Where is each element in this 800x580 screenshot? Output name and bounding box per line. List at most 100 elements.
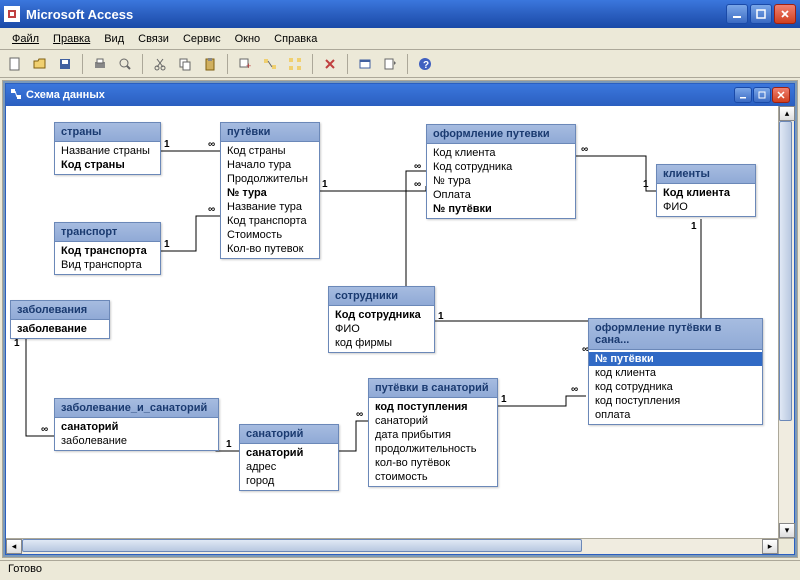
field[interactable]: Стоимость xyxy=(221,228,319,242)
table-tour-booking[interactable]: оформление путевки Код клиента Код сотру… xyxy=(426,124,576,219)
field-pk[interactable]: № тура xyxy=(221,186,319,200)
menu-relations[interactable]: Связи xyxy=(132,31,175,47)
rel-one: 1 xyxy=(226,439,232,450)
field[interactable]: адрес xyxy=(240,460,338,474)
field[interactable]: код фирмы xyxy=(329,336,434,350)
field[interactable]: Код транспорта xyxy=(221,214,319,228)
field-pk[interactable]: Код клиента xyxy=(657,186,755,200)
field[interactable]: ФИО xyxy=(329,322,434,336)
window-db-icon[interactable] xyxy=(354,53,376,75)
scroll-right-button[interactable]: ▸ xyxy=(762,539,778,554)
save-icon[interactable] xyxy=(54,53,76,75)
schema-minimize-button[interactable] xyxy=(734,87,752,103)
field[interactable]: код клиента xyxy=(589,366,762,380)
field-pk[interactable]: код поступления xyxy=(369,400,497,414)
field[interactable]: Код страны xyxy=(221,144,319,158)
minimize-button[interactable] xyxy=(726,4,748,24)
preview-icon[interactable] xyxy=(114,53,136,75)
table-title[interactable]: заболевания xyxy=(11,301,109,320)
new-icon[interactable] xyxy=(4,53,26,75)
delete-icon[interactable] xyxy=(319,53,341,75)
scroll-thumb-h[interactable] xyxy=(22,539,582,552)
field[interactable]: Название тура xyxy=(221,200,319,214)
open-icon[interactable] xyxy=(29,53,51,75)
field-pk[interactable]: Код страны xyxy=(55,158,160,172)
field-pk[interactable]: санаторий xyxy=(240,446,338,460)
field[interactable]: Оплата xyxy=(427,188,575,202)
field-pk[interactable]: заболевание xyxy=(11,322,109,336)
table-clients[interactable]: клиенты Код клиента ФИО xyxy=(656,164,756,217)
field-pk[interactable]: санаторий xyxy=(55,420,218,434)
table-title[interactable]: заболевание_и_санаторий xyxy=(55,399,218,418)
field[interactable]: санаторий xyxy=(369,414,497,428)
menu-view[interactable]: Вид xyxy=(98,31,130,47)
field-pk[interactable]: № путёвки xyxy=(427,202,575,216)
copy-icon[interactable] xyxy=(174,53,196,75)
field[interactable]: № тура xyxy=(427,174,575,188)
menu-help[interactable]: Справка xyxy=(268,31,323,47)
field[interactable]: Вид транспорта xyxy=(55,258,160,272)
help-icon[interactable]: ? xyxy=(414,53,436,75)
menu-service[interactable]: Сервис xyxy=(177,31,227,47)
scrollbar-vertical[interactable]: ▴ ▾ xyxy=(778,106,794,538)
field-pk[interactable]: Код сотрудника xyxy=(329,308,434,322)
scroll-down-button[interactable]: ▾ xyxy=(779,523,795,538)
field[interactable]: оплата xyxy=(589,408,762,422)
field[interactable]: Название страны xyxy=(55,144,160,158)
scrollbar-horizontal[interactable]: ◂ ▸ xyxy=(6,538,794,554)
paste-icon[interactable] xyxy=(199,53,221,75)
field-pk[interactable]: Код транспорта xyxy=(55,244,160,258)
field[interactable]: дата прибытия xyxy=(369,428,497,442)
schema-close-button[interactable] xyxy=(772,87,790,103)
add-table-icon[interactable]: + xyxy=(234,53,256,75)
table-resort-tours[interactable]: путёвки в санаторий код поступления сана… xyxy=(368,378,498,487)
close-button[interactable] xyxy=(774,4,796,24)
field-selected[interactable]: № путёвки xyxy=(589,352,762,366)
menu-window[interactable]: Окно xyxy=(229,31,267,47)
field[interactable]: Кол-во путевок xyxy=(221,242,319,256)
show-direct-icon[interactable] xyxy=(259,53,281,75)
table-title[interactable]: путёвки в санаторий xyxy=(369,379,497,398)
field[interactable]: продолжительность xyxy=(369,442,497,456)
print-icon[interactable] xyxy=(89,53,111,75)
field[interactable]: заболевание xyxy=(55,434,218,448)
scroll-left-button[interactable]: ◂ xyxy=(6,539,22,554)
field[interactable]: город xyxy=(240,474,338,488)
field[interactable]: Начало тура xyxy=(221,158,319,172)
table-title[interactable]: санаторий xyxy=(240,425,338,444)
table-countries[interactable]: страны Название страны Код страны xyxy=(54,122,161,175)
field[interactable]: ФИО xyxy=(657,200,755,214)
table-title[interactable]: оформление путевки xyxy=(427,125,575,144)
menu-file[interactable]: Файл xyxy=(6,31,45,47)
table-resort-booking[interactable]: оформление путёвки в сана... № путёвки к… xyxy=(588,318,763,425)
table-title[interactable]: сотрудники xyxy=(329,287,434,306)
relationship-canvas[interactable]: 1 ∞ 1 ∞ 1 ∞ ∞ 1 ∞ 1 1 ∞ 1 ∞ 1 ∞ 1 ∞ 1 ∞ … xyxy=(6,106,794,538)
table-title[interactable]: транспорт xyxy=(55,223,160,242)
field[interactable]: код сотрудника xyxy=(589,380,762,394)
field[interactable]: кол-во путёвок xyxy=(369,456,497,470)
field[interactable]: стоимость xyxy=(369,470,497,484)
table-disease-resort[interactable]: заболевание_и_санаторий санаторий заболе… xyxy=(54,398,219,451)
table-employees[interactable]: сотрудники Код сотрудника ФИО код фирмы xyxy=(328,286,435,353)
field[interactable]: Код клиента xyxy=(427,146,575,160)
cut-icon[interactable] xyxy=(149,53,171,75)
show-all-icon[interactable] xyxy=(284,53,306,75)
scroll-up-button[interactable]: ▴ xyxy=(779,106,795,121)
field[interactable]: код поступления xyxy=(589,394,762,408)
field[interactable]: Код сотрудника xyxy=(427,160,575,174)
schema-titlebar[interactable]: Схема данных xyxy=(6,84,794,106)
table-diseases[interactable]: заболевания заболевание xyxy=(10,300,110,339)
field[interactable]: Продолжительн xyxy=(221,172,319,186)
menu-edit[interactable]: Правка xyxy=(47,31,96,47)
table-title[interactable]: путёвки xyxy=(221,123,319,142)
schema-maximize-button[interactable] xyxy=(753,87,771,103)
maximize-button[interactable] xyxy=(750,4,772,24)
scroll-thumb-v[interactable] xyxy=(779,121,792,421)
table-transport[interactable]: транспорт Код транспорта Вид транспорта xyxy=(54,222,161,275)
new-object-icon[interactable] xyxy=(379,53,401,75)
table-title[interactable]: оформление путёвки в сана... xyxy=(589,319,762,350)
table-title[interactable]: клиенты xyxy=(657,165,755,184)
table-resort[interactable]: санаторий санаторий адрес город xyxy=(239,424,339,491)
table-title[interactable]: страны xyxy=(55,123,160,142)
table-tours[interactable]: путёвки Код страны Начало тура Продолжит… xyxy=(220,122,320,259)
